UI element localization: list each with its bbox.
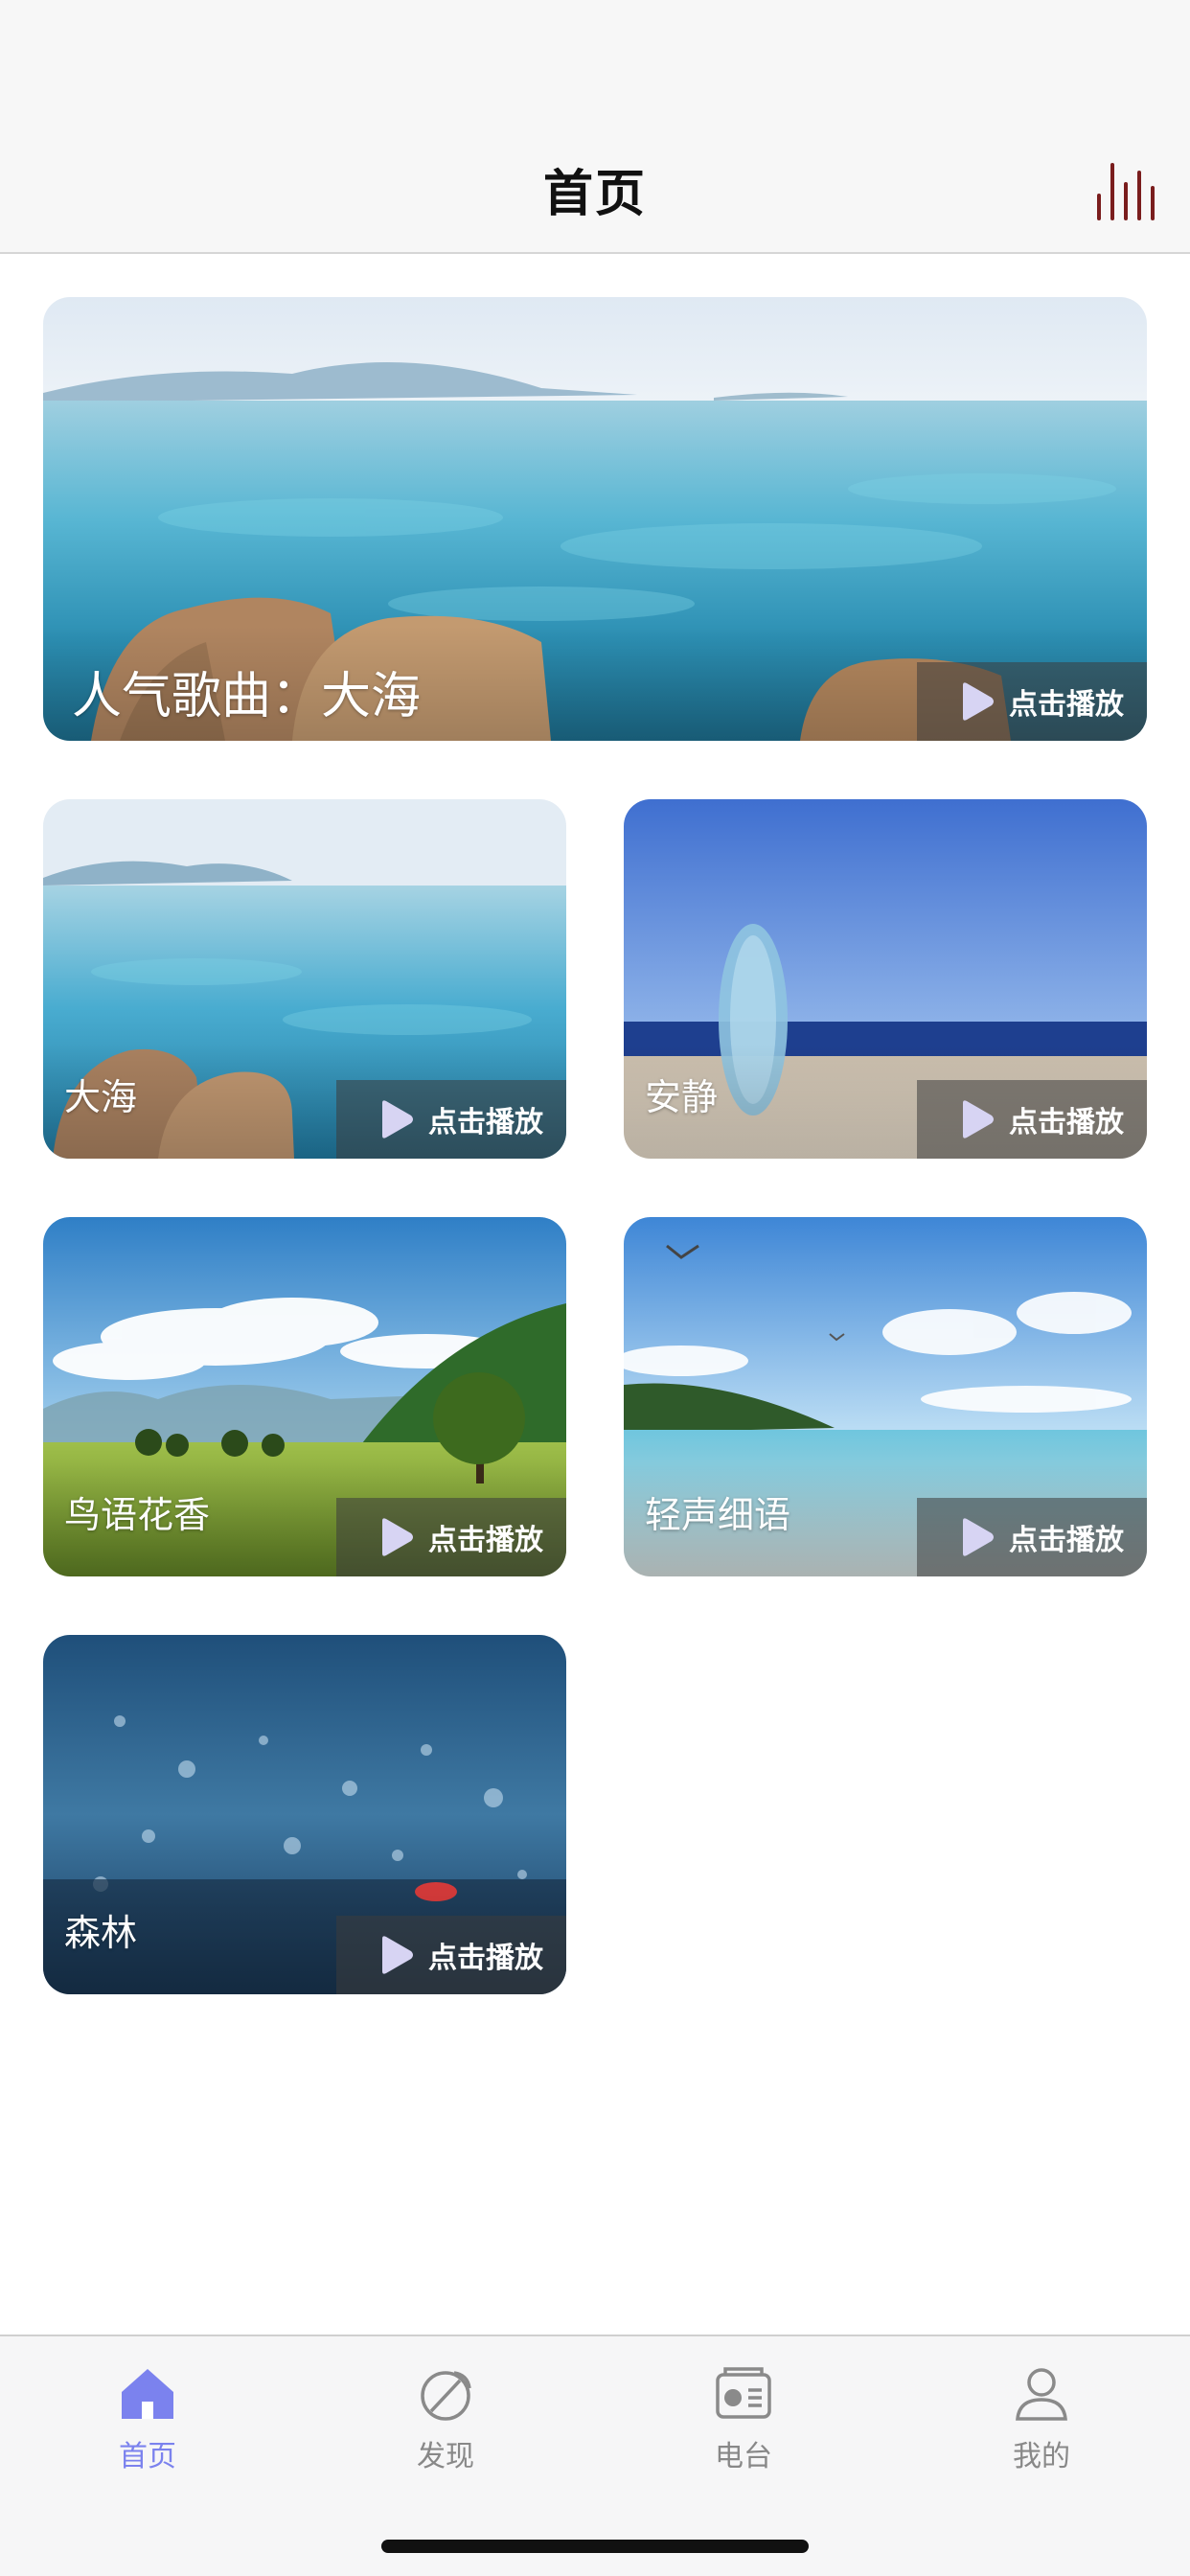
- tab-bar: 首页 发现 电台 我的: [0, 2334, 1190, 2576]
- nav-header: 首页: [0, 0, 1190, 254]
- play-label: 点击播放: [428, 1106, 543, 1139]
- tab-label: 首页: [119, 2440, 176, 2473]
- tab-home[interactable]: 首页: [61, 2361, 234, 2474]
- equalizer-icon[interactable]: [1094, 159, 1157, 220]
- play-button[interactable]: 点击播放: [336, 1498, 566, 1576]
- play-button[interactable]: 点击播放: [336, 1080, 566, 1159]
- play-label: 点击播放: [1009, 1106, 1124, 1139]
- play-icon: [955, 1517, 995, 1557]
- card-title: 人气歌曲：大海: [72, 668, 422, 725]
- play-button[interactable]: 点击播放: [917, 1498, 1147, 1576]
- song-card[interactable]: 安静 点击播放: [624, 799, 1147, 1159]
- card-title: 安静: [645, 1076, 719, 1118]
- radio-icon: [712, 2361, 775, 2425]
- song-card[interactable]: 鸟语花香 点击播放: [43, 1217, 566, 1576]
- play-label: 点击播放: [1009, 688, 1124, 722]
- play-icon: [375, 1099, 415, 1139]
- tab-label: 我的: [1013, 2440, 1070, 2473]
- card-title: 轻声细语: [645, 1494, 791, 1536]
- tab-label: 发现: [417, 2440, 474, 2473]
- tab-mine[interactable]: 我的: [955, 2361, 1128, 2474]
- song-card[interactable]: 轻声细语 点击播放: [624, 1217, 1147, 1576]
- play-button[interactable]: 点击播放: [917, 1080, 1147, 1159]
- tab-label: 电台: [715, 2440, 772, 2473]
- song-card[interactable]: 森林 点击播放: [43, 1635, 566, 1994]
- app-screen: 首页 人气歌曲：大海 点击播放 大海 点击播放 安静 点击播放 鸟语花香 点击播…: [0, 0, 1190, 2576]
- home-indicator: [381, 2540, 809, 2553]
- tab-discover[interactable]: 发现: [359, 2361, 532, 2474]
- card-title: 森林: [64, 1912, 138, 1954]
- play-label: 点击播放: [1009, 1524, 1124, 1557]
- discover-icon: [414, 2361, 477, 2425]
- play-label: 点击播放: [428, 1524, 543, 1557]
- song-card[interactable]: 大海 点击播放: [43, 799, 566, 1159]
- play-icon: [375, 1517, 415, 1557]
- tab-radio[interactable]: 电台: [657, 2361, 830, 2474]
- play-button[interactable]: 点击播放: [917, 662, 1147, 741]
- card-title: 鸟语花香: [64, 1494, 211, 1536]
- page-title: 首页: [542, 166, 647, 223]
- home-icon: [116, 2361, 179, 2425]
- play-label: 点击播放: [428, 1942, 543, 1975]
- play-button[interactable]: 点击播放: [336, 1916, 566, 1994]
- play-icon: [375, 1935, 415, 1975]
- play-icon: [955, 1099, 995, 1139]
- user-icon: [1010, 2361, 1073, 2425]
- play-icon: [955, 681, 995, 722]
- hero-card[interactable]: 人气歌曲：大海 点击播放: [43, 297, 1147, 741]
- card-title: 大海: [64, 1076, 138, 1118]
